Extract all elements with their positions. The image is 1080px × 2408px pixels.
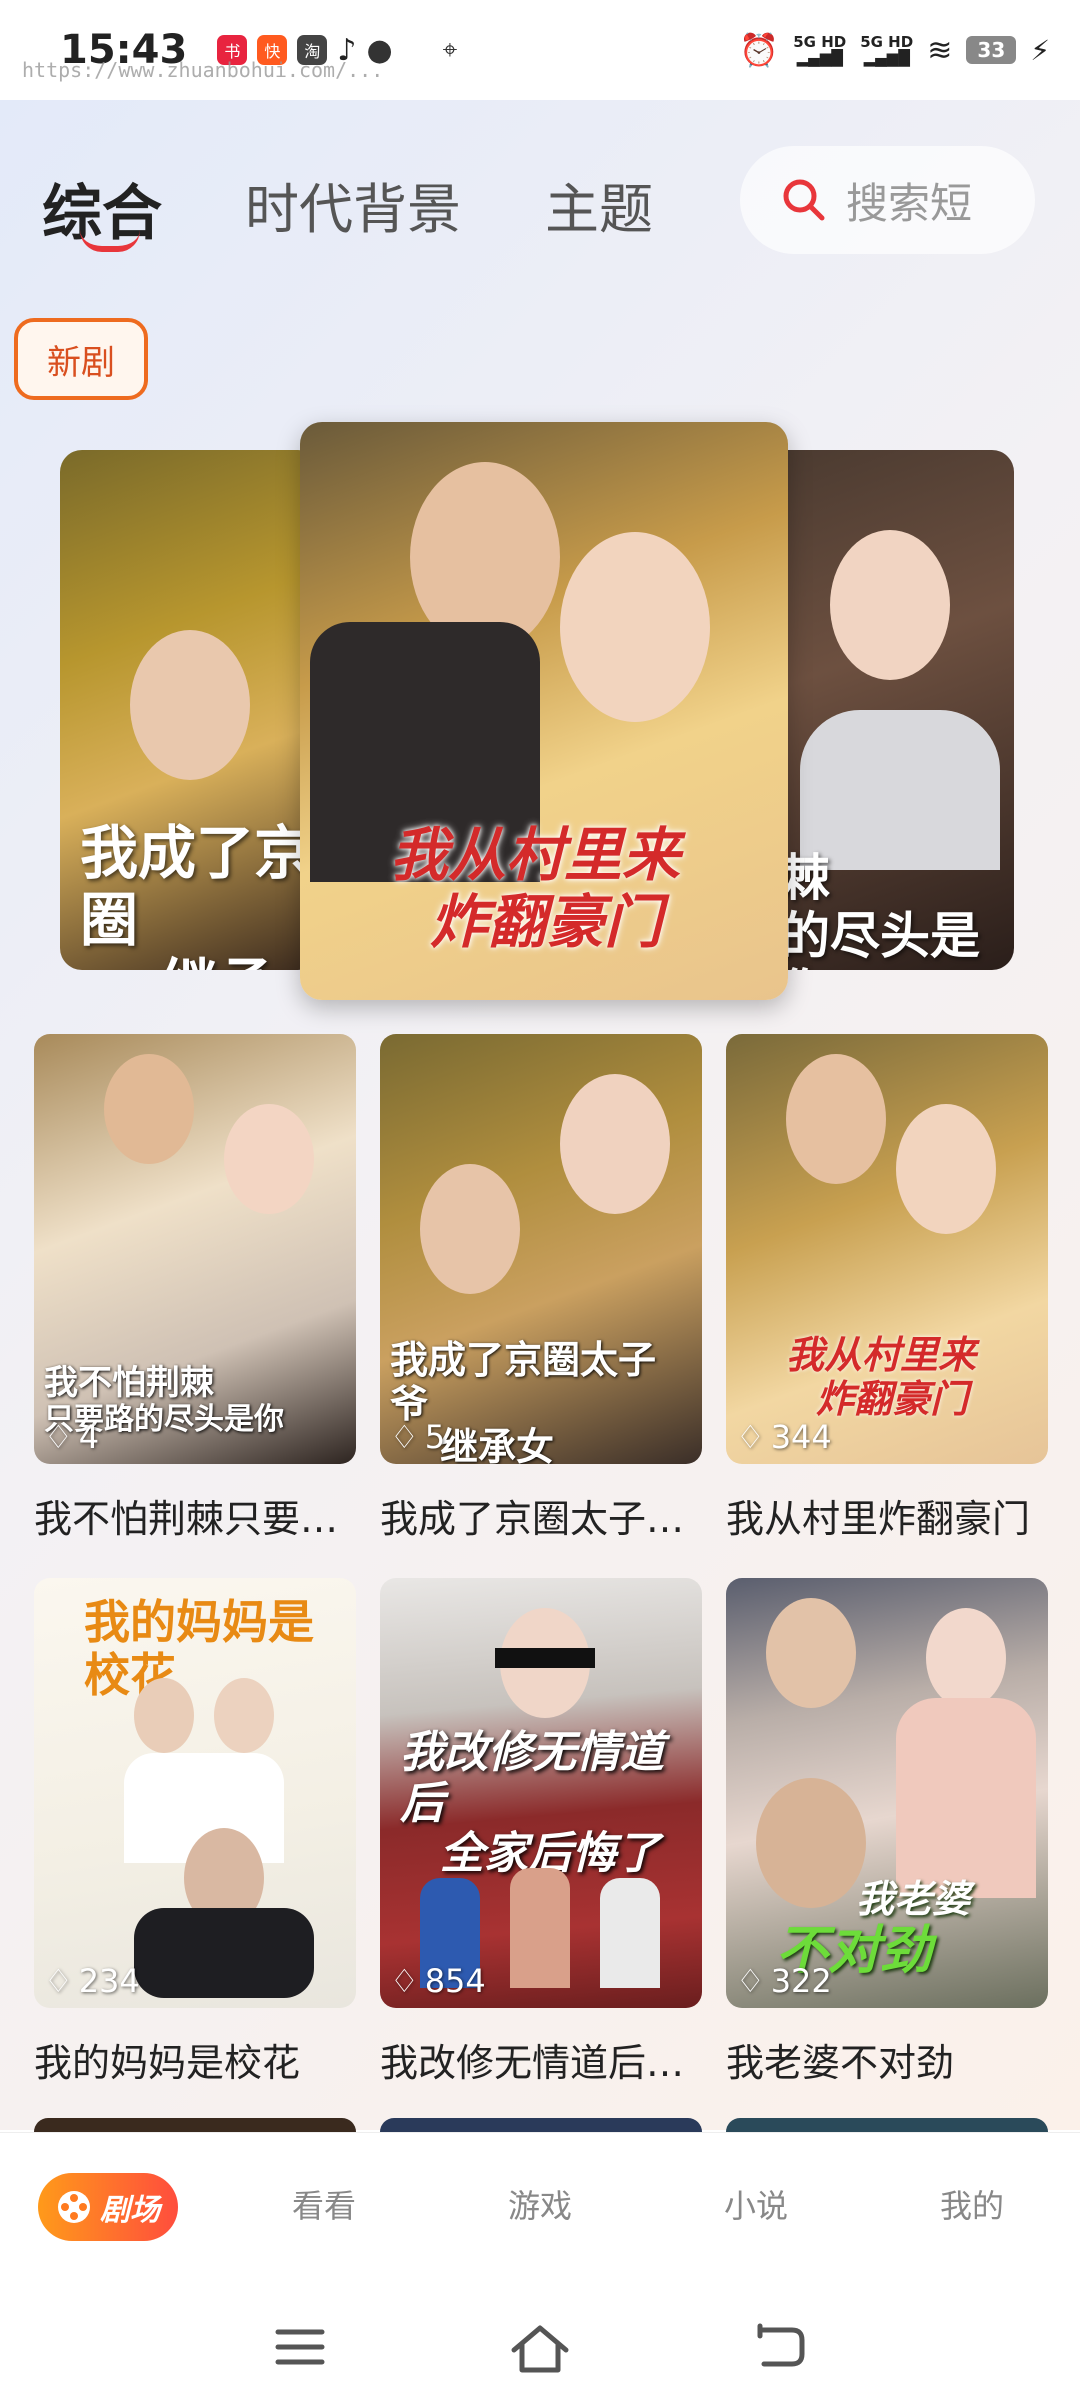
status-bar: 15:43 书 快 淘 ♪ ● ⌖ https://www.zhuanbohui… <box>0 0 1080 100</box>
nav-novel[interactable]: 小说 <box>724 2181 788 2227</box>
cover-figure <box>214 1678 274 1753</box>
poster-title: 我从村里来 炸翻豪门 <box>390 821 681 956</box>
bottom-navigation: 剧场 看看 游戏 小说 我的 <box>0 2132 1080 2282</box>
view-count: ♢ 322 <box>736 1962 832 2000</box>
drama-cover: 我从村里来 炸翻豪门 ♢ 344 <box>726 1034 1048 1464</box>
poster-figure <box>830 530 950 680</box>
cover-figure <box>104 1054 194 1164</box>
drama-card[interactable]: 我成了京圈太子爷 继承女 ♢ 5 我成了京圈太子… <box>380 1034 702 1543</box>
drama-title: 我的妈妈是校花 <box>34 2041 301 2085</box>
signal-2: 5G HD ▂▄▆█ <box>860 33 914 67</box>
nav-games[interactable]: 游戏 <box>508 2181 572 2227</box>
drama-card[interactable]: 我从村里来 炸翻豪门 ♢ 344 我从村里炸翻豪门 <box>726 1034 1048 1543</box>
cover-figure <box>134 1678 194 1753</box>
flame-icon: ♢ <box>44 1962 73 2000</box>
system-navigation-bar <box>0 2282 1080 2408</box>
poster-figure-woman <box>560 532 710 722</box>
drama-title: 我从村里炸翻豪门 <box>726 1497 1031 1541</box>
carousel-poster-left[interactable]: 我成了京圈 继承女 <box>60 450 320 970</box>
wifi-icon: ≋ <box>927 32 953 68</box>
menu-icon[interactable] <box>272 2322 328 2372</box>
drama-title: 我成了京圈太子… <box>380 1497 685 1541</box>
drama-title: 我不怕荆棘只要… <box>34 1497 339 1541</box>
cover-outfit <box>134 1908 314 1998</box>
view-count: ♢ 344 <box>736 1418 832 1456</box>
cover-figure <box>926 1608 1006 1708</box>
new-drama-badge[interactable]: 新剧 <box>14 318 148 400</box>
location-icon: ⌖ <box>442 34 458 65</box>
cover-figure <box>766 1598 856 1708</box>
tab-theme-clip: 主题情 <box>545 160 695 250</box>
drama-card[interactable]: 我不怕荆棘 只要路的尽头是你 ♢ 4 我不怕荆棘只要… <box>34 1034 356 1543</box>
flame-icon: ♢ <box>390 1418 419 1456</box>
drama-cover: 我改修无情道后 全家后悔了 ♢ 854 <box>380 1578 702 2008</box>
tab-era-background[interactable]: 时代背景 <box>245 165 461 244</box>
status-indicators: ⏰ 5G HD ▂▄▆█ 5G HD ▂▄▆█ ≋ 33 ⚡ <box>739 31 1050 69</box>
drama-card-peek <box>380 2118 702 2132</box>
url-overlay: https://www.zhuanbohui.com/... <box>22 58 384 82</box>
search-icon <box>783 179 825 221</box>
flame-icon: ♢ <box>44 1418 73 1456</box>
tab-theme[interactable]: 主题情 <box>545 165 695 250</box>
drama-title: 我老婆不对劲 <box>726 2041 955 2085</box>
flame-icon: ♢ <box>390 1962 419 2000</box>
cover-title: 我的妈妈是校花 <box>84 1595 314 1702</box>
home-icon[interactable] <box>508 2322 572 2376</box>
cover-figure <box>600 1878 660 1988</box>
poster-dress <box>800 710 1000 870</box>
drama-card-peek <box>726 2118 1048 2132</box>
drama-cover: 我不怕荆棘 只要路的尽头是你 ♢ 4 <box>34 1034 356 1464</box>
view-count: ♢ 854 <box>390 1962 486 2000</box>
cover-figure <box>786 1054 886 1184</box>
drama-card[interactable]: 我老婆 不对劲 ♢ 322 我老婆不对劲 <box>726 1578 1048 2087</box>
nav-watch[interactable]: 看看 <box>292 2181 356 2227</box>
drama-cover: 我老婆 不对劲 ♢ 322 <box>726 1578 1048 2008</box>
carousel-poster-right[interactable]: 棘 的尽头是你 <box>760 450 1014 970</box>
drama-title: 我改修无情道后… <box>380 2041 685 2085</box>
poster-figure <box>130 630 250 780</box>
poster-title: 我成了京圈 继承女 <box>80 819 313 970</box>
carousel-poster-center[interactable]: 我从村里来 炸翻豪门 <box>300 422 788 1000</box>
back-icon[interactable] <box>752 2322 808 2372</box>
drama-card-peek <box>34 2118 356 2132</box>
nav-theater[interactable]: 剧场 <box>38 2173 178 2241</box>
drama-card[interactable]: 我的妈妈是校花 ♢ 234 我的妈妈是校花 <box>34 1578 356 2087</box>
charging-icon: ⚡ <box>1030 33 1050 67</box>
cover-figure <box>420 1164 520 1294</box>
nav-theater-label: 剧场 <box>100 2193 160 2228</box>
cover-dress <box>896 1698 1036 1898</box>
battery-indicator: 33 <box>966 36 1017 64</box>
alarm-icon: ⏰ <box>739 31 780 69</box>
flame-icon: ♢ <box>736 1962 765 2000</box>
drama-card[interactable]: 我改修无情道后 全家后悔了 ♢ 854 我改修无情道后… <box>380 1578 702 2087</box>
cover-figure <box>560 1074 670 1214</box>
cover-figure <box>510 1868 570 1988</box>
view-count: ♢ 4 <box>44 1418 100 1456</box>
search-placeholder: 搜索短 <box>846 178 973 228</box>
cover-title: 我从村里来 炸翻豪门 <box>786 1333 977 1421</box>
cover-blindfold <box>495 1648 595 1668</box>
cover-figure <box>224 1104 314 1214</box>
view-count: ♢ 5 <box>390 1418 446 1456</box>
search-box[interactable]: 搜索短 <box>740 146 1035 254</box>
drama-cover: 我成了京圈太子爷 继承女 ♢ 5 <box>380 1034 702 1464</box>
cover-figure <box>896 1104 996 1234</box>
category-tabs: 综合 时代背景 主题情 搜索短 <box>0 100 1080 300</box>
cover-title: 我改修无情道后 全家后悔了 <box>400 1727 664 1880</box>
film-reel-icon <box>58 2191 90 2223</box>
flame-icon: ♢ <box>736 1418 765 1456</box>
drama-cover: 我的妈妈是校花 ♢ 234 <box>34 1578 356 2008</box>
view-count: ♢ 234 <box>44 1962 140 2000</box>
nav-mine[interactable]: 我的 <box>940 2181 1004 2227</box>
poster-title: 棘 的尽头是你 <box>780 849 980 970</box>
signal-1: 5G HD ▂▄▆█ <box>793 33 847 67</box>
